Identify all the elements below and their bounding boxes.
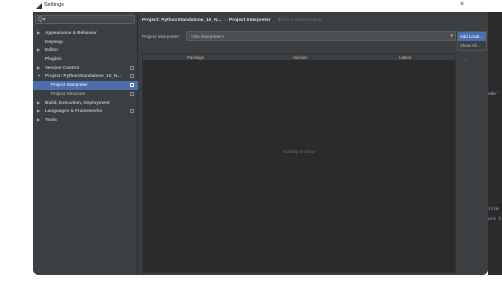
upgrade-package-icon[interactable]: ↑ bbox=[459, 79, 473, 91]
add-package-icon[interactable]: + bbox=[459, 55, 473, 67]
sidebar-item-version-control[interactable]: ▶ Version Control bbox=[33, 64, 138, 73]
project-scope-icon bbox=[130, 91, 134, 96]
interpreter-gear-menu: Add Local... Show All... bbox=[457, 31, 487, 51]
settings-tree: ▶ Appearance & Behavior Keymap ▶ Editor … bbox=[33, 29, 138, 125]
add-local-menu-item[interactable]: Add Local... bbox=[458, 32, 486, 41]
settings-sidebar: Q▾ ▶ Appearance & Behavior Keymap ▶ Edit… bbox=[33, 12, 138, 275]
sidebar-item-label: Project Structure bbox=[51, 90, 86, 96]
sidebar-item-tools[interactable]: ▶ Tools bbox=[33, 116, 138, 125]
scope-note: ⧉ For current project bbox=[277, 17, 322, 23]
sidebar-item-project[interactable]: ▼ Project: PythonStandalone_10_N... bbox=[33, 72, 138, 81]
expand-arrow-icon[interactable]: ▶ bbox=[37, 99, 40, 108]
scope-note-text: For current project bbox=[282, 18, 322, 23]
sidebar-item-label: Plugins bbox=[45, 56, 62, 62]
sidebar-item-label: Project Interpreter bbox=[51, 82, 88, 88]
sidebar-item-build-execution[interactable]: ▶ Build, Execution, Deployment bbox=[33, 99, 138, 108]
window-titlebar: Settings × bbox=[0, 0, 502, 12]
column-header-version[interactable]: Version bbox=[293, 55, 308, 60]
project-scope-icon bbox=[130, 74, 134, 79]
empty-table-message: Nothing to show bbox=[283, 149, 315, 154]
sidebar-item-languages-frameworks[interactable]: ▶ Languages & Frameworks bbox=[33, 107, 138, 116]
breadcrumb-project: Project: PythonStandalone_10_N... bbox=[142, 18, 222, 23]
show-all-menu-item[interactable]: Show All... bbox=[458, 41, 486, 50]
expand-arrow-icon[interactable]: ▶ bbox=[37, 64, 40, 73]
expand-arrow-icon[interactable]: ▶ bbox=[37, 107, 40, 116]
sidebar-item-label: Languages & Frameworks bbox=[45, 108, 103, 114]
sidebar-item-plugins[interactable]: Plugins bbox=[33, 55, 138, 64]
close-icon[interactable]: × bbox=[460, 1, 464, 8]
sidebar-item-label: Project: PythonStandalone_10_N... bbox=[45, 73, 122, 79]
search-icon: Q▾ bbox=[38, 17, 46, 23]
sidebar-item-label: Tools bbox=[45, 116, 57, 122]
expand-arrow-icon[interactable]: ▶ bbox=[37, 29, 40, 38]
column-header-latest[interactable]: Latest bbox=[399, 55, 411, 60]
project-scope-icon bbox=[130, 83, 134, 88]
breadcrumb: Project: PythonStandalone_10_N... › Projec… bbox=[142, 17, 321, 23]
expand-arrow-icon[interactable]: ▶ bbox=[37, 116, 40, 125]
background-editor-edge: ode' rile ure t bbox=[488, 12, 502, 275]
sidebar-item-keymap[interactable]: Keymap bbox=[33, 38, 138, 47]
editor-fragment: rile bbox=[488, 207, 499, 212]
sidebar-item-label: Keymap bbox=[45, 38, 63, 44]
sidebar-item-label: Appearance & Behavior bbox=[45, 30, 97, 35]
sidebar-item-project-interpreter[interactable]: Project Interpreter bbox=[33, 81, 138, 90]
sidebar-item-label: Version Control bbox=[45, 64, 80, 70]
settings-dialog: Q▾ ▶ Appearance & Behavior Keymap ▶ Edit… bbox=[33, 12, 488, 275]
settings-search-input[interactable]: Q▾ bbox=[35, 15, 135, 24]
project-scope-icon bbox=[130, 109, 134, 114]
remove-package-icon[interactable]: − bbox=[459, 67, 473, 79]
sidebar-item-label: Editor bbox=[45, 47, 59, 53]
sidebar-item-editor[interactable]: ▶ Editor bbox=[33, 46, 138, 55]
sidebar-item-label: Build, Execution, Deployment bbox=[45, 99, 110, 105]
breadcrumb-separator: › bbox=[224, 18, 227, 23]
column-header-package[interactable]: Package bbox=[187, 55, 204, 60]
window-title: Settings bbox=[44, 2, 64, 8]
breadcrumb-page: Project Interpreter bbox=[229, 18, 271, 23]
package-toolbar: + − ↑ bbox=[459, 55, 473, 91]
sidebar-item-appearance-behavior[interactable]: ▶ Appearance & Behavior bbox=[33, 29, 138, 38]
interpreter-value: <No interpreter> bbox=[191, 34, 225, 39]
copy-icon: ⧉ bbox=[277, 17, 281, 22]
packages-table: Package Version Latest Nothing to show bbox=[142, 53, 456, 273]
expand-arrow-icon[interactable]: ▶ bbox=[37, 46, 40, 55]
editor-fragment: ure t bbox=[488, 217, 502, 222]
project-scope-icon bbox=[130, 65, 134, 70]
sidebar-item-project-structure[interactable]: Project Structure bbox=[33, 90, 138, 99]
collapse-arrow-icon[interactable]: ▼ bbox=[37, 72, 41, 81]
interpreter-label: Project Interpreter: bbox=[142, 34, 181, 39]
chevron-down-icon[interactable]: ▾ bbox=[450, 33, 453, 39]
app-icon bbox=[36, 3, 42, 9]
settings-content: Project: PythonStandalone_10_N... › Projec… bbox=[139, 12, 488, 275]
table-header: Package Version Latest bbox=[143, 54, 455, 61]
interpreter-dropdown[interactable]: <No interpreter> ▾ bbox=[186, 31, 456, 41]
editor-fragment: ode' bbox=[488, 92, 499, 97]
